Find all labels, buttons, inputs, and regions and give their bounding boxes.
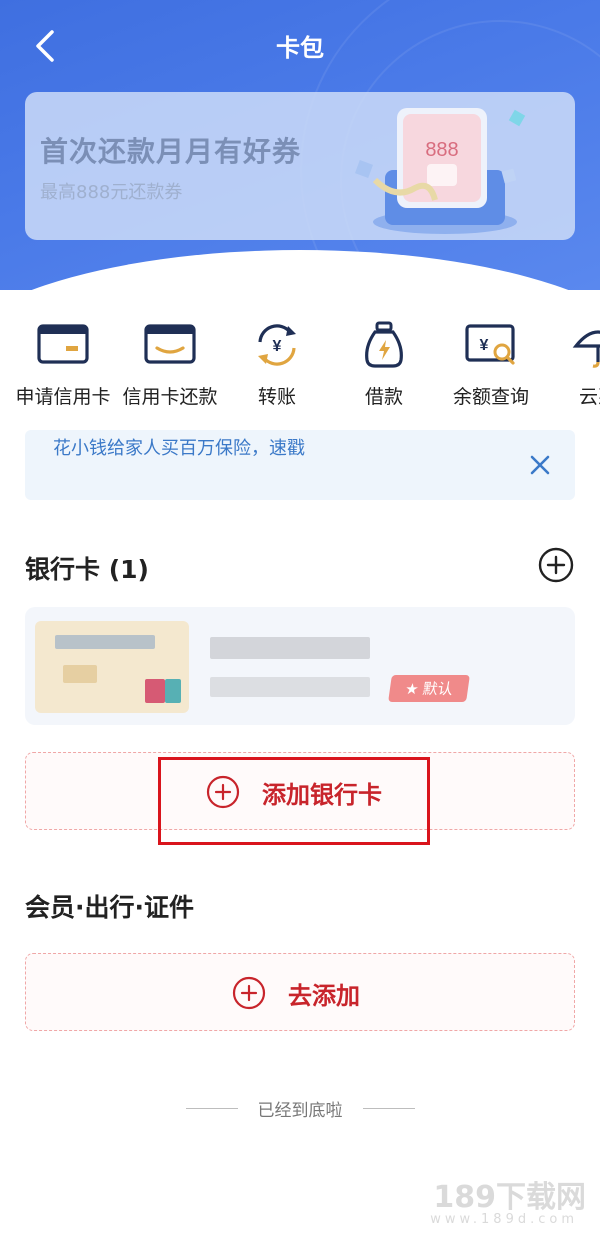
default-card-badge: ★ 默认 bbox=[388, 675, 470, 702]
banner-badge-text: 888 bbox=[425, 139, 458, 161]
quick-action-balance-query[interactable]: ¥ 余额查询 bbox=[436, 320, 546, 409]
quick-action-transfer[interactable]: ¥ 转账 bbox=[222, 320, 332, 409]
carousel-dot[interactable] bbox=[292, 252, 298, 258]
coupon-illustration-icon: 888 bbox=[355, 108, 526, 234]
add-member-label: 去添加 bbox=[288, 981, 360, 1010]
quick-action-label: 信用卡还款 bbox=[122, 386, 218, 408]
carousel-dot[interactable] bbox=[282, 252, 288, 258]
insurance-notice[interactable]: 花小钱给家人买百万保险，速戳 bbox=[25, 430, 575, 500]
banner-subtitle: 最高888元还款券 bbox=[40, 182, 183, 203]
close-icon[interactable] bbox=[527, 452, 553, 478]
quick-action-label: 余额查询 bbox=[452, 386, 529, 408]
list-end-footer: 已经到底啦 bbox=[0, 1096, 600, 1121]
carousel-dot[interactable] bbox=[322, 252, 328, 258]
add-circle-icon bbox=[232, 976, 266, 1010]
card-repay-icon bbox=[144, 324, 196, 364]
loan-bag-icon bbox=[365, 321, 403, 368]
watermark-url: www.189d.com bbox=[430, 1212, 578, 1227]
header-banner-area: 卡包 首次还款月月有好券 最高888元还款券 888 bbox=[0, 0, 600, 290]
card-number-redacted bbox=[210, 677, 370, 697]
bank-section-title: 银行卡 (1) bbox=[25, 555, 149, 584]
svg-text:¥: ¥ bbox=[480, 337, 489, 354]
carousel-dot[interactable] bbox=[272, 252, 278, 258]
add-member-card-button[interactable]: 去添加 bbox=[25, 953, 575, 1031]
bank-card-image bbox=[35, 621, 189, 713]
banner-title: 首次还款月月有好券 bbox=[40, 135, 302, 168]
quick-action-label: 转账 bbox=[257, 386, 296, 408]
bank-card-item[interactable]: ★ 默认 bbox=[25, 607, 575, 725]
footer-text: 已经到底啦 bbox=[257, 1101, 343, 1121]
transfer-icon: ¥ bbox=[258, 324, 296, 366]
svg-text:¥: ¥ bbox=[273, 338, 282, 355]
quick-actions-row: 申请信用卡 信用卡还款 ¥ 转账 借款 ¥ 余额查询 云 bbox=[0, 320, 600, 410]
divider bbox=[185, 1108, 238, 1109]
star-icon: ★ bbox=[404, 679, 420, 698]
divider bbox=[362, 1108, 415, 1109]
umbrella-icon bbox=[572, 330, 600, 368]
carousel-dot-active[interactable] bbox=[302, 252, 318, 258]
add-bank-card-plus-icon[interactable] bbox=[537, 546, 575, 584]
watermark: 189下载网 bbox=[433, 1180, 586, 1215]
quick-action-apply-credit-card[interactable]: 申请信用卡 bbox=[8, 320, 118, 409]
promo-banner[interactable]: 首次还款月月有好券 最高888元还款券 888 bbox=[25, 92, 575, 240]
highlight-box bbox=[158, 757, 430, 845]
carousel-dot[interactable] bbox=[262, 252, 268, 258]
credit-card-icon bbox=[37, 324, 89, 364]
quick-action-yunhui[interactable]: 云惠 bbox=[543, 320, 600, 409]
quick-action-credit-repay[interactable]: 信用卡还款 bbox=[115, 320, 225, 409]
quick-action-label: 云惠 bbox=[578, 386, 600, 408]
page-title: 卡包 bbox=[276, 34, 324, 62]
bank-name-redacted bbox=[210, 637, 370, 659]
quick-action-loan[interactable]: 借款 bbox=[329, 320, 439, 409]
default-tag-label: 默认 bbox=[421, 680, 454, 698]
carousel-dot[interactable] bbox=[252, 252, 258, 258]
member-section-title: 会员·出行·证件 bbox=[25, 893, 194, 922]
carousel-dots bbox=[252, 252, 328, 258]
balance-search-icon: ¥ bbox=[465, 324, 515, 365]
quick-action-label: 借款 bbox=[364, 386, 403, 408]
notice-text: 花小钱给家人买百万保险，速戳 bbox=[53, 438, 305, 459]
quick-action-label: 申请信用卡 bbox=[15, 386, 111, 408]
